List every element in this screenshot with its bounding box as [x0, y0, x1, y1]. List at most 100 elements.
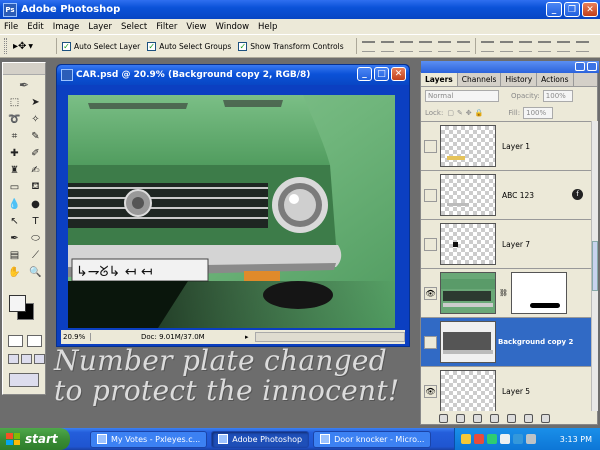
tray-icon[interactable] [487, 434, 497, 444]
menu-image[interactable]: Image [53, 22, 80, 32]
align-top-icon[interactable] [361, 40, 375, 52]
layers-scrollbar[interactable] [591, 121, 598, 411]
doc-maximize-button[interactable]: □ [374, 67, 389, 81]
notes-tool-icon[interactable]: ▤ [5, 248, 24, 263]
tool-preset-picker[interactable]: ▸✥ ▼ [13, 38, 43, 54]
menu-filter[interactable]: Filter [156, 22, 177, 32]
layer-mask-thumbnail[interactable] [510, 272, 567, 314]
full-screen-menu-icon[interactable] [21, 354, 32, 364]
path-selection-tool-icon[interactable]: ↖ [5, 214, 24, 229]
tab-history[interactable]: History [501, 73, 538, 86]
layer-row-abc-123[interactable]: ABC 123 f [421, 171, 591, 220]
visibility-toggle[interactable]: 👁 [424, 286, 437, 300]
layer-row-layer-1[interactable]: Layer 1 [421, 122, 591, 171]
clone-stamp-tool-icon[interactable]: ♜ [5, 163, 24, 178]
tab-channels[interactable]: Channels [458, 73, 502, 86]
tab-layers[interactable]: Layers [421, 73, 458, 86]
toolbox-header[interactable] [3, 63, 45, 75]
doc-minimize-button[interactable]: _ [357, 67, 372, 81]
hand-tool-icon[interactable]: ✋ [5, 265, 24, 280]
minimize-button[interactable]: _ [546, 2, 562, 17]
lasso-tool-icon[interactable]: ➰ [5, 112, 24, 127]
magic-wand-tool-icon[interactable]: ✧ [26, 112, 45, 127]
history-brush-tool-icon[interactable]: ✍ [26, 163, 45, 178]
tray-icon[interactable] [474, 434, 484, 444]
quick-mask-mode-icon[interactable] [27, 335, 42, 347]
layer-row-masked-car[interactable]: 👁 ⛓ [421, 269, 591, 318]
taskbar-item-word[interactable]: Door knocker - Micro... [313, 430, 432, 448]
layer-effects-icon[interactable]: f [572, 189, 583, 200]
slice-tool-icon[interactable]: ✎ [26, 129, 45, 144]
distribute-bottom-icon[interactable] [518, 40, 532, 52]
menu-window[interactable]: Window [216, 22, 250, 32]
jump-to-imageready-icon[interactable] [9, 373, 39, 387]
menu-edit[interactable]: Edit [27, 22, 43, 32]
align-horizontal-center-icon[interactable] [437, 40, 451, 52]
layer-row-layer-7[interactable]: Layer 7 [421, 220, 591, 269]
visibility-toggle[interactable] [424, 335, 437, 349]
panel-minimize-button[interactable] [575, 62, 585, 71]
eraser-tool-icon[interactable]: ▭ [5, 180, 24, 195]
align-right-icon[interactable] [456, 40, 470, 52]
lock-icons[interactable]: ▢✎✥🔒 [447, 109, 486, 117]
layer-style-icon[interactable] [456, 413, 465, 423]
distribute-top-icon[interactable] [480, 40, 494, 52]
align-bottom-icon[interactable] [399, 40, 413, 52]
menu-select[interactable]: Select [121, 22, 147, 32]
system-clock[interactable]: 3:13 PM [560, 435, 592, 444]
eyedropper-tool-icon[interactable]: ⟋ [26, 248, 45, 263]
layer-row-layer-5[interactable]: 👁 Layer 5 [421, 367, 591, 411]
brush-tool-icon[interactable]: ✐ [26, 146, 45, 161]
pen-tool-icon[interactable]: ✒ [5, 231, 24, 246]
tab-actions[interactable]: Actions [537, 73, 574, 86]
dodge-tool-icon[interactable]: ● [26, 197, 45, 212]
start-button[interactable]: start [0, 428, 70, 450]
panel-close-button[interactable] [587, 62, 597, 71]
menu-file[interactable]: File [4, 22, 18, 32]
tray-icon[interactable] [513, 434, 523, 444]
taskbar-item-photoshop[interactable]: Adobe Photoshop [211, 430, 310, 448]
healing-brush-tool-icon[interactable]: ✚ [5, 146, 24, 161]
type-tool-icon[interactable]: T [26, 214, 45, 229]
foreground-color-swatch[interactable] [9, 295, 26, 312]
new-group-icon[interactable] [507, 413, 516, 423]
restore-button[interactable]: ❐ [564, 2, 580, 17]
options-grip[interactable] [4, 38, 7, 54]
image-canvas[interactable]: ↳⇁ᘜ↳ ↤ ↤ [68, 95, 395, 328]
align-left-icon[interactable] [418, 40, 432, 52]
visibility-toggle[interactable] [424, 139, 437, 153]
distribute-vertical-center-icon[interactable] [499, 40, 513, 52]
standard-mode-icon[interactable] [8, 335, 23, 347]
volume-icon[interactable] [526, 434, 536, 444]
paint-bucket-tool-icon[interactable]: ⛾ [26, 180, 45, 195]
distribute-left-icon[interactable] [537, 40, 551, 52]
tray-icon[interactable] [461, 434, 471, 444]
visibility-toggle[interactable] [424, 188, 437, 202]
scrollbar-thumb[interactable] [592, 241, 598, 291]
blur-tool-icon[interactable]: 💧 [5, 197, 24, 212]
auto-select-groups-checkbox[interactable]: ✓ Auto Select Groups [147, 41, 231, 51]
blend-mode-select[interactable]: Normal [425, 89, 499, 102]
visibility-toggle[interactable] [424, 237, 437, 251]
full-screen-icon[interactable] [34, 354, 45, 364]
add-mask-icon[interactable] [473, 413, 482, 423]
auto-select-layer-checkbox[interactable]: ✓ Auto Select Layer [62, 41, 140, 51]
marquee-tool-icon[interactable]: ⬚ [5, 95, 24, 110]
zoom-tool-icon[interactable]: 🔍 [26, 265, 45, 280]
fill-field[interactable]: 100% [523, 106, 554, 119]
align-vertical-center-icon[interactable] [380, 40, 394, 52]
document-info[interactable]: Doc: 9.01M/37.0M [91, 333, 245, 341]
move-tool-icon[interactable]: ➤ [26, 95, 45, 110]
crop-tool-icon[interactable]: ⌗ [5, 129, 24, 144]
visibility-toggle[interactable]: 👁 [424, 384, 437, 398]
new-layer-icon[interactable] [524, 413, 533, 423]
doc-close-button[interactable]: ✕ [391, 67, 406, 81]
layer-row-background-copy-2[interactable]: Background copy 2 [421, 318, 591, 367]
adjustment-layer-icon[interactable] [490, 413, 499, 423]
menu-layer[interactable]: Layer [88, 22, 112, 32]
menu-view[interactable]: View [186, 22, 206, 32]
horizontal-scrollbar[interactable] [255, 332, 405, 342]
status-menu-arrow-icon[interactable]: ▸ [245, 333, 255, 341]
show-transform-controls-checkbox[interactable]: ✓ Show Transform Controls [238, 41, 344, 51]
feather-logo-icon[interactable]: ✒ [3, 75, 45, 95]
